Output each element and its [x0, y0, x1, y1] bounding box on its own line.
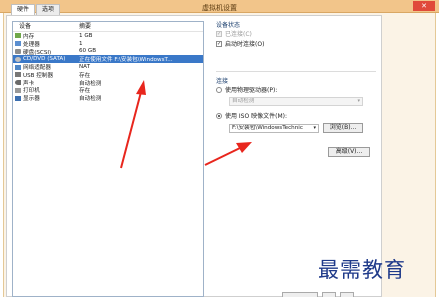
- arrow-to-iso-path: [204, 142, 252, 166]
- help-button[interactable]: [340, 292, 354, 297]
- ok-button[interactable]: [282, 292, 318, 297]
- annotation-arrows: [120, 80, 252, 169]
- cancel-button[interactable]: [322, 292, 336, 297]
- watermark-text: 最需教育: [318, 258, 406, 282]
- arrow-to-cdrom: [120, 80, 146, 169]
